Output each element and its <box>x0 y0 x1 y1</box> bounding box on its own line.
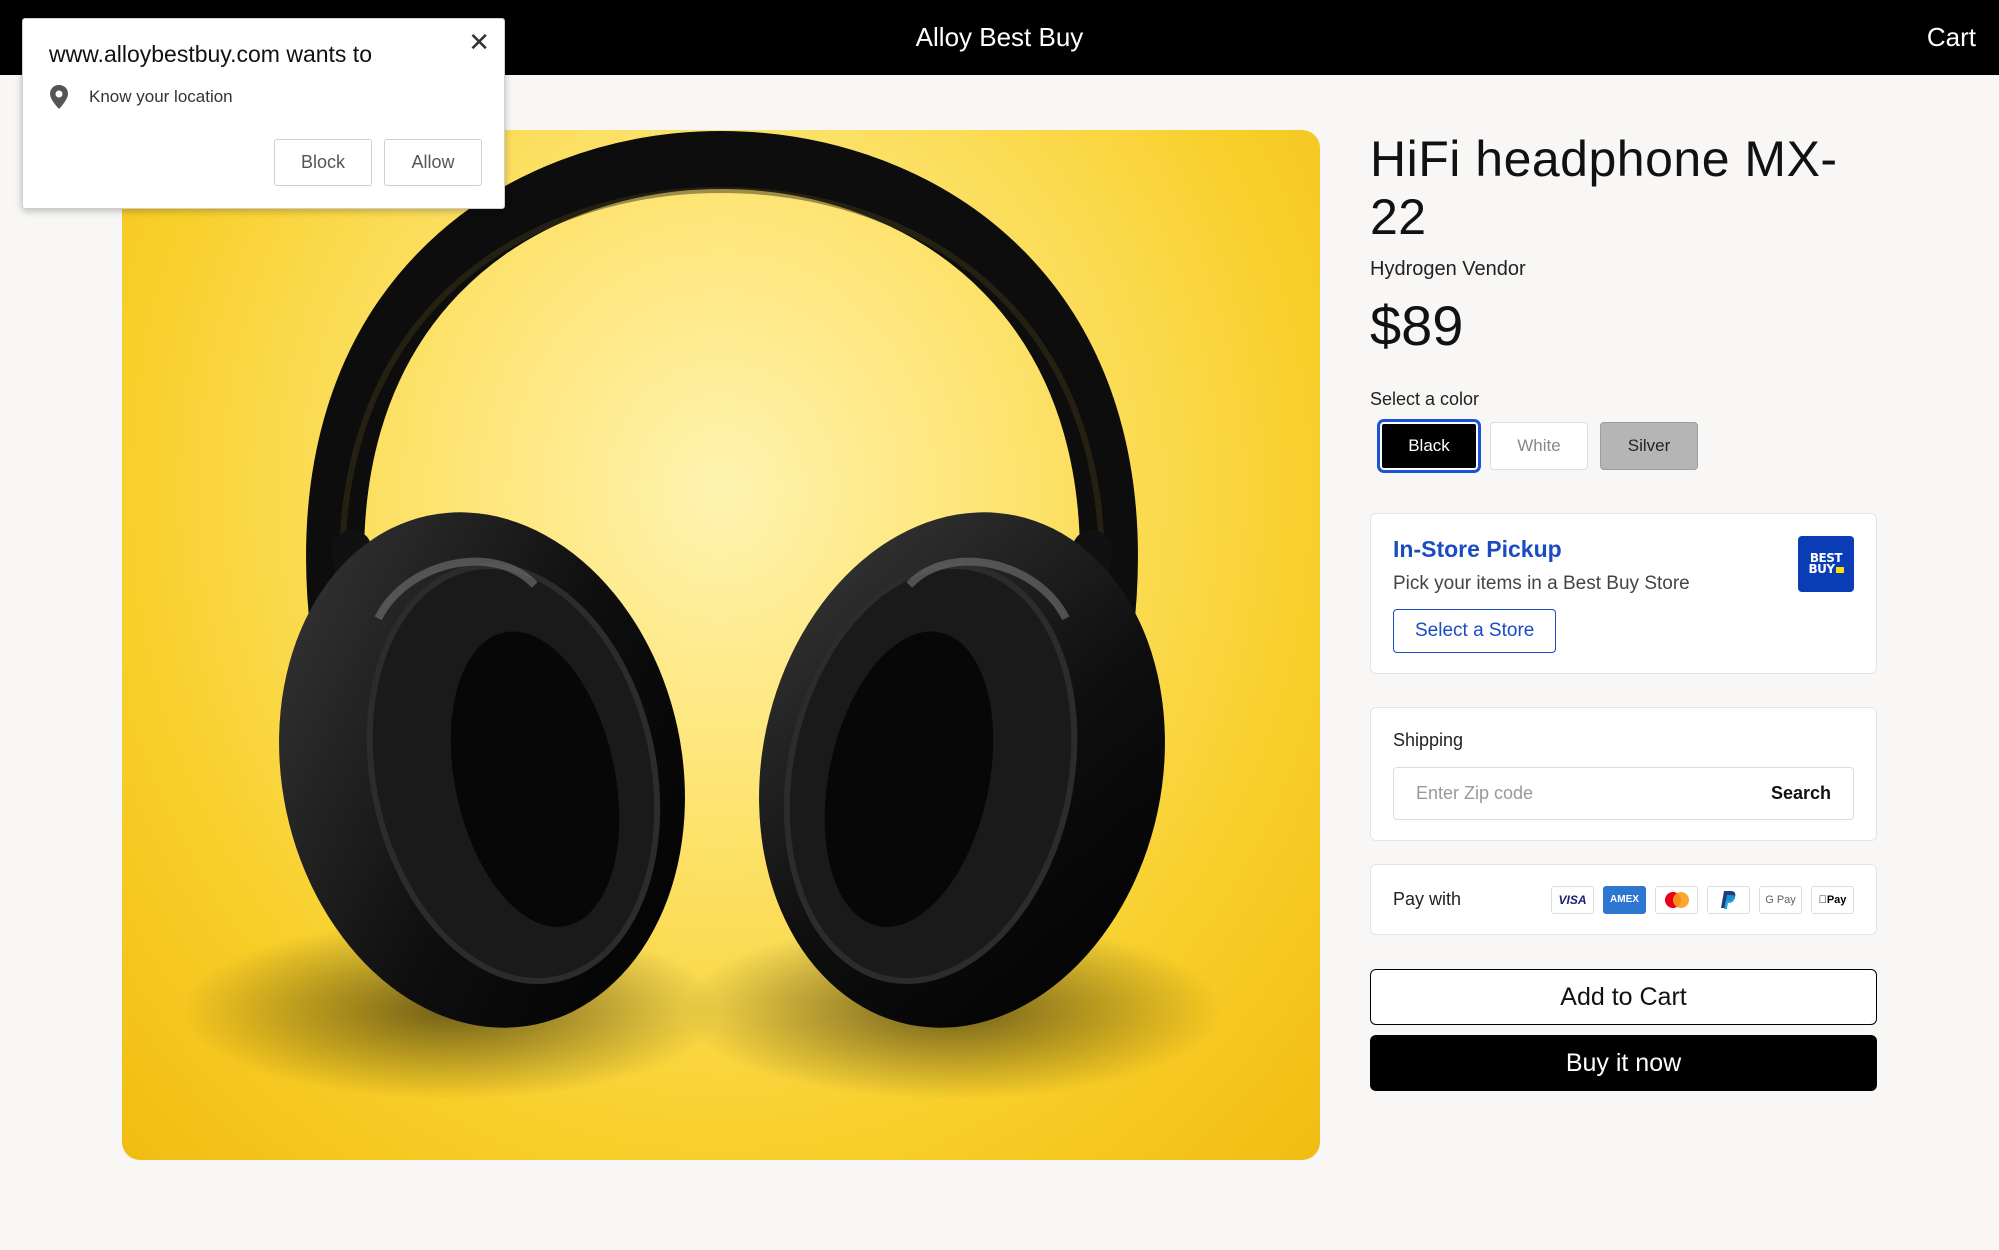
color-option-white[interactable]: White <box>1490 422 1588 470</box>
paypal-icon <box>1707 885 1750 914</box>
best-buy-logo-line2: BUY <box>1808 562 1835 576</box>
payment-methods-card: Pay with VISA AMEX G Pay Pay <box>1370 864 1877 935</box>
permission-item-label: Know your location <box>89 87 233 106</box>
permission-buttons: Block Allow <box>274 139 482 186</box>
color-select-label: Select a color <box>1370 389 1480 409</box>
color-options: Black White Silver <box>1370 422 1877 470</box>
color-option-black[interactable]: Black <box>1380 422 1478 470</box>
visa-icon: VISA <box>1551 885 1594 914</box>
product-image <box>122 130 1320 1160</box>
product-price: $89 <box>1370 294 1464 357</box>
color-option-silver[interactable]: Silver <box>1600 422 1698 470</box>
in-store-pickup-card: In-Store Pickup Pick your items in a Bes… <box>1370 513 1877 674</box>
cart-link[interactable]: Cart <box>1927 22 1976 53</box>
permission-title: www.alloybestbuy.com wants to <box>49 41 372 67</box>
close-icon[interactable]: ✕ <box>468 27 490 57</box>
allow-button[interactable]: Allow <box>384 139 482 186</box>
zip-search-row: Search <box>1393 767 1854 820</box>
amex-icon: AMEX <box>1603 885 1646 914</box>
location-pin-icon <box>50 85 68 109</box>
select-store-button[interactable]: Select a Store <box>1393 609 1557 653</box>
best-buy-logo: BEST BUY <box>1798 536 1854 592</box>
pay-with-label: Pay with <box>1393 889 1462 909</box>
permission-request-row: Know your location <box>49 85 233 109</box>
product-details: HiFi headphone MX-22 Hydrogen Vendor $89… <box>1370 130 1877 1091</box>
product-vendor: Hydrogen Vendor <box>1370 258 1526 280</box>
buy-now-button[interactable]: Buy it now <box>1370 1035 1877 1091</box>
shipping-card: Shipping Search <box>1370 707 1877 841</box>
pickup-subtitle: Pick your items in a Best Buy Store <box>1393 573 1690 594</box>
headphones-illustration <box>182 130 1222 1100</box>
zip-code-input[interactable] <box>1416 783 1736 804</box>
zip-search-button[interactable]: Search <box>1771 783 1831 804</box>
product-title: HiFi headphone MX-22 <box>1370 131 1838 245</box>
price-tag-icon <box>1835 567 1844 573</box>
location-permission-popup: www.alloybestbuy.com wants to ✕ Know you… <box>22 18 505 209</box>
block-button[interactable]: Block <box>274 139 372 186</box>
mastercard-icon <box>1655 885 1698 914</box>
google-pay-icon: G Pay <box>1759 885 1802 914</box>
pickup-title: In-Store Pickup <box>1393 536 1562 562</box>
payment-icons: VISA AMEX G Pay Pay <box>1551 885 1854 914</box>
shipping-label: Shipping <box>1393 730 1464 750</box>
add-to-cart-button[interactable]: Add to Cart <box>1370 969 1877 1025</box>
apple-pay-icon: Pay <box>1811 885 1854 914</box>
